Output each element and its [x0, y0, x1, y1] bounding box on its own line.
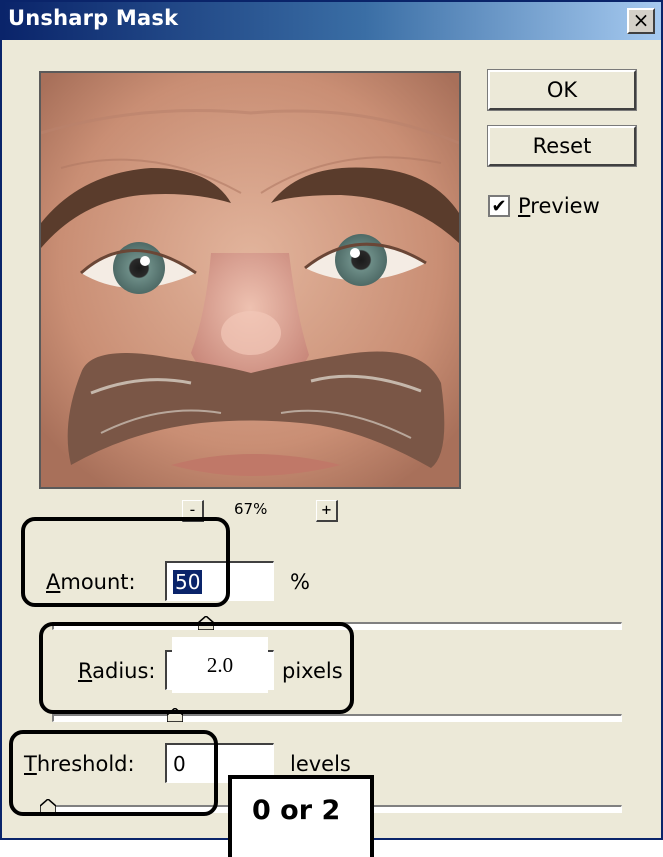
- zoom-level: 67%: [234, 500, 268, 518]
- face-photo: [41, 73, 459, 487]
- threshold-note-text: 0 or 2: [252, 795, 341, 826]
- preview-checkbox-label[interactable]: Preview: [518, 194, 600, 218]
- threshold-unit: levels: [290, 752, 351, 776]
- check-icon: ✔: [491, 196, 507, 216]
- reset-button-label: Reset: [532, 134, 592, 158]
- threshold-callout-outline: [9, 730, 218, 816]
- unsharp-mask-dialog: Unsharp Mask × OK Reset ✔ Preview - 67% …: [0, 0, 663, 840]
- ok-button[interactable]: OK: [487, 69, 637, 111]
- radius-callout-outline: [39, 622, 354, 714]
- zoom-in-button[interactable]: +: [316, 500, 338, 522]
- close-icon: ×: [632, 8, 650, 32]
- title-bar[interactable]: Unsharp Mask ×: [2, 2, 661, 40]
- threshold-note: 0 or 2: [228, 775, 374, 857]
- ok-button-label: OK: [546, 78, 578, 102]
- preview-image[interactable]: [39, 71, 461, 489]
- close-button[interactable]: ×: [627, 8, 655, 34]
- plus-icon: +: [321, 500, 332, 519]
- preview-checkbox[interactable]: ✔: [488, 195, 510, 217]
- amount-callout-outline: [21, 517, 230, 607]
- window-title: Unsharp Mask: [8, 6, 179, 30]
- reset-button[interactable]: Reset: [487, 125, 637, 167]
- radius-slider-track[interactable]: [52, 714, 622, 722]
- amount-unit: %: [290, 570, 310, 594]
